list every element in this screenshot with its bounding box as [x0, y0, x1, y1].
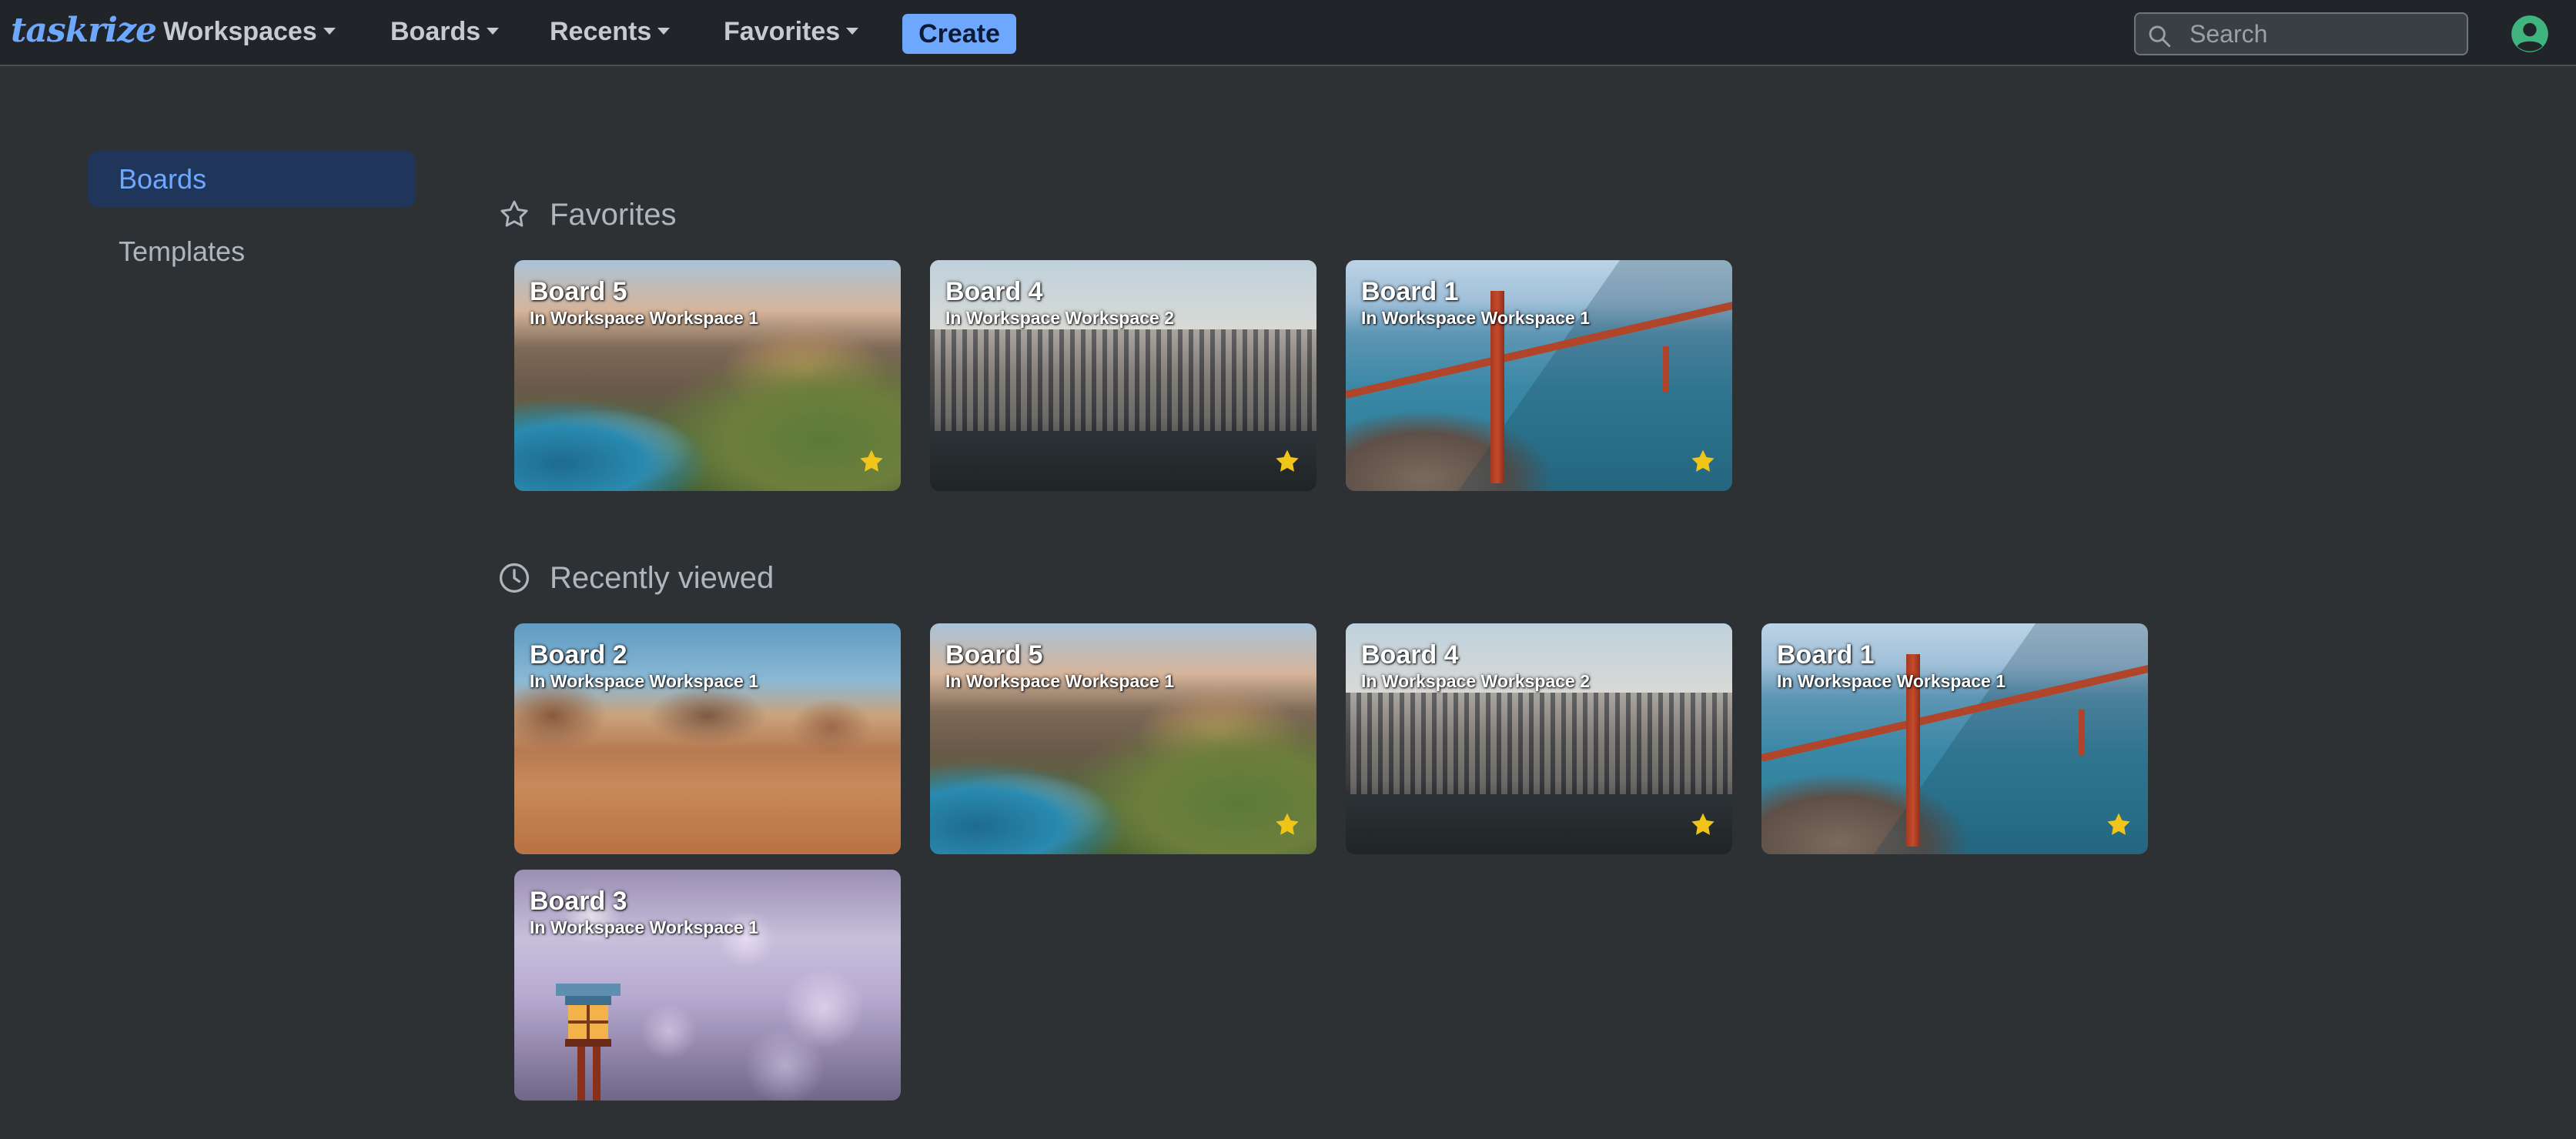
- star-outline-icon: [500, 200, 528, 227]
- board-workspace: In Workspace Workspace 1: [1777, 671, 2006, 691]
- search-icon: [2149, 25, 2171, 48]
- section-title: Favorites: [550, 197, 677, 232]
- user-avatar-icon[interactable]: [2510, 14, 2550, 54]
- board-title: Board 1: [1777, 640, 1875, 670]
- sidebar-item-boards[interactable]: Boards: [88, 151, 416, 208]
- board-card[interactable]: Board 5 In Workspace Workspace 1: [930, 623, 1316, 854]
- board-card[interactable]: Board 4 In Workspace Workspace 2: [930, 260, 1316, 491]
- board-workspace: In Workspace Workspace 1: [530, 308, 759, 328]
- board-workspace: In Workspace Workspace 2: [945, 308, 1175, 328]
- board-workspace: In Workspace Workspace 1: [530, 671, 759, 691]
- board-title: Board 3: [530, 887, 627, 916]
- board-title: Board 1: [1361, 277, 1459, 306]
- top-navbar: taskrize Workspaces Boards Recents Favor…: [0, 0, 2576, 66]
- board-workspace: In Workspace Workspace 1: [945, 671, 1175, 691]
- star-filled-icon[interactable]: [1688, 446, 1718, 477]
- brand-logo[interactable]: taskrize: [11, 11, 157, 50]
- star-filled-icon[interactable]: [1688, 810, 1718, 840]
- board-card[interactable]: Board 2 In Workspace Workspace 1: [514, 623, 901, 854]
- nav-menu-label: Workspaces: [163, 17, 317, 46]
- favorites-header: Favorites: [497, 195, 677, 234]
- search-box[interactable]: [2134, 12, 2468, 55]
- board-card[interactable]: Board 1 In Workspace Workspace 1: [1346, 260, 1732, 491]
- nav-menu-favorites[interactable]: Favorites: [724, 17, 859, 47]
- board-workspace: In Workspace Workspace 1: [530, 917, 759, 937]
- board-title: Board 4: [1361, 640, 1459, 670]
- nav-menu-label: Boards: [390, 17, 481, 46]
- star-filled-icon[interactable]: [2103, 810, 2134, 840]
- star-filled-icon[interactable]: [856, 446, 887, 477]
- board-card[interactable]: Board 5 In Workspace Workspace 1: [514, 260, 901, 491]
- search-input[interactable]: [2190, 18, 2459, 49]
- board-title: Board 5: [530, 277, 627, 306]
- board-workspace: In Workspace Workspace 1: [1361, 308, 1591, 328]
- lantern-illustration: [556, 984, 621, 1101]
- star-filled-icon[interactable]: [1272, 810, 1303, 840]
- section-title: Recently viewed: [550, 560, 774, 595]
- board-title: Board 5: [945, 640, 1043, 670]
- board-title: Board 4: [945, 277, 1043, 306]
- recently-viewed-header: Recently viewed: [497, 559, 774, 597]
- clock-icon: [499, 563, 530, 593]
- board-card[interactable]: Board 4 In Workspace Workspace 2: [1346, 623, 1732, 854]
- star-filled-icon[interactable]: [1272, 446, 1303, 477]
- nav-menu-recents[interactable]: Recents: [550, 17, 671, 47]
- board-card[interactable]: Board 1 In Workspace Workspace 1: [1761, 623, 2148, 854]
- board-workspace: In Workspace Workspace 2: [1361, 671, 1591, 691]
- nav-menu-label: Recents: [550, 17, 652, 46]
- nav-menu-boards[interactable]: Boards: [390, 17, 500, 47]
- board-title: Board 2: [530, 640, 627, 670]
- chevron-down-icon: [323, 27, 336, 35]
- nav-menu-label: Favorites: [724, 17, 841, 46]
- chevron-down-icon: [657, 27, 671, 35]
- sidebar-item-templates[interactable]: Templates: [88, 223, 416, 280]
- create-button[interactable]: Create: [902, 14, 1016, 54]
- chevron-down-icon: [846, 27, 859, 35]
- board-card[interactable]: Board 3 In Workspace Workspace 1: [514, 870, 901, 1101]
- nav-menu-workspaces[interactable]: Workspaces: [163, 17, 336, 47]
- chevron-down-icon: [487, 27, 500, 35]
